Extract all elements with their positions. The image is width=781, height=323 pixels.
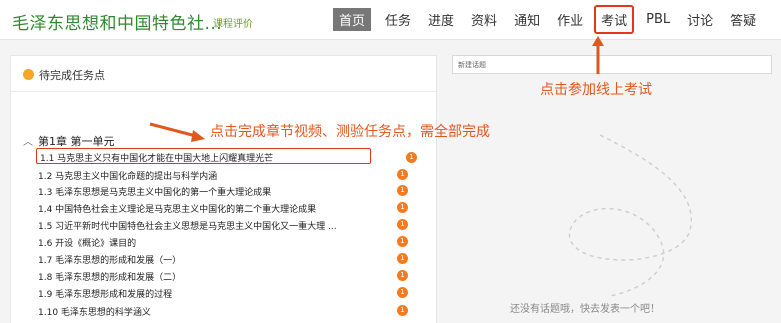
arrow-right-icon xyxy=(149,122,197,138)
exam-hint-annotation: 点击参加线上考试 xyxy=(540,82,652,98)
annotation-overlay xyxy=(149,36,693,297)
arrow-head-icon xyxy=(592,36,604,46)
arrow-head-icon xyxy=(191,130,205,142)
dashed-curve xyxy=(568,134,693,297)
tasks-hint-annotation: 点击完成章节视频、测验任务点，需全部完成 xyxy=(210,124,490,140)
